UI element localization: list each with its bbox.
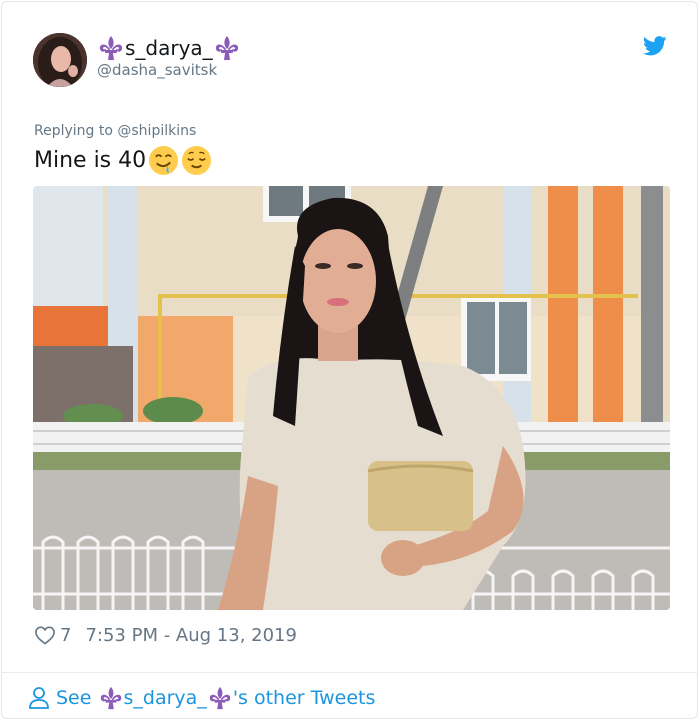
heart-icon[interactable] [34, 625, 56, 645]
drooling-face-icon [149, 145, 179, 175]
tweet-meta: 7 7:53 PM - Aug 13, 2019 [34, 622, 297, 648]
avatar[interactable] [33, 33, 87, 87]
see-suffix: 's other Tweets [232, 687, 376, 709]
user-handle[interactable]: @dasha_savitsk [97, 61, 241, 79]
fleur-de-lis-icon [209, 686, 231, 710]
replying-handle[interactable]: @shipilkins [117, 123, 196, 139]
see-other-tweets-link[interactable]: See s_darya_ 's other Tweets [28, 684, 375, 712]
display-name[interactable]: s_darya_ [97, 35, 241, 61]
tweet-header: s_darya_ @dasha_savitsk [2, 2, 697, 102]
replying-prefix: Replying to [34, 123, 113, 139]
fleur-de-lis-icon [100, 686, 121, 710]
like-count: 7 [60, 624, 72, 646]
see-name: s_darya_ [123, 687, 207, 709]
tweet-text: Mine is 40 [34, 142, 212, 178]
timestamp[interactable]: 7:53 PM - Aug 13, 2019 [85, 625, 297, 646]
twitter-bird-icon[interactable] [643, 35, 667, 57]
tweet-photo[interactable] [33, 186, 670, 610]
replying-to: Replying to @shipilkins [34, 123, 196, 139]
fleur-de-lis-icon [99, 36, 123, 60]
see-label: See [56, 687, 92, 709]
display-name-text: s_darya_ [125, 36, 213, 60]
person-icon [29, 687, 49, 709]
tweet-text-content: Mine is 40 [34, 147, 147, 173]
author-names[interactable]: s_darya_ @dasha_savitsk [97, 35, 241, 79]
tweet-card: s_darya_ @dasha_savitsk Replying to @shi… [1, 1, 698, 719]
fleur-de-lis-icon [215, 36, 238, 60]
relieved-face-icon [182, 145, 212, 175]
footer-divider [2, 672, 697, 673]
